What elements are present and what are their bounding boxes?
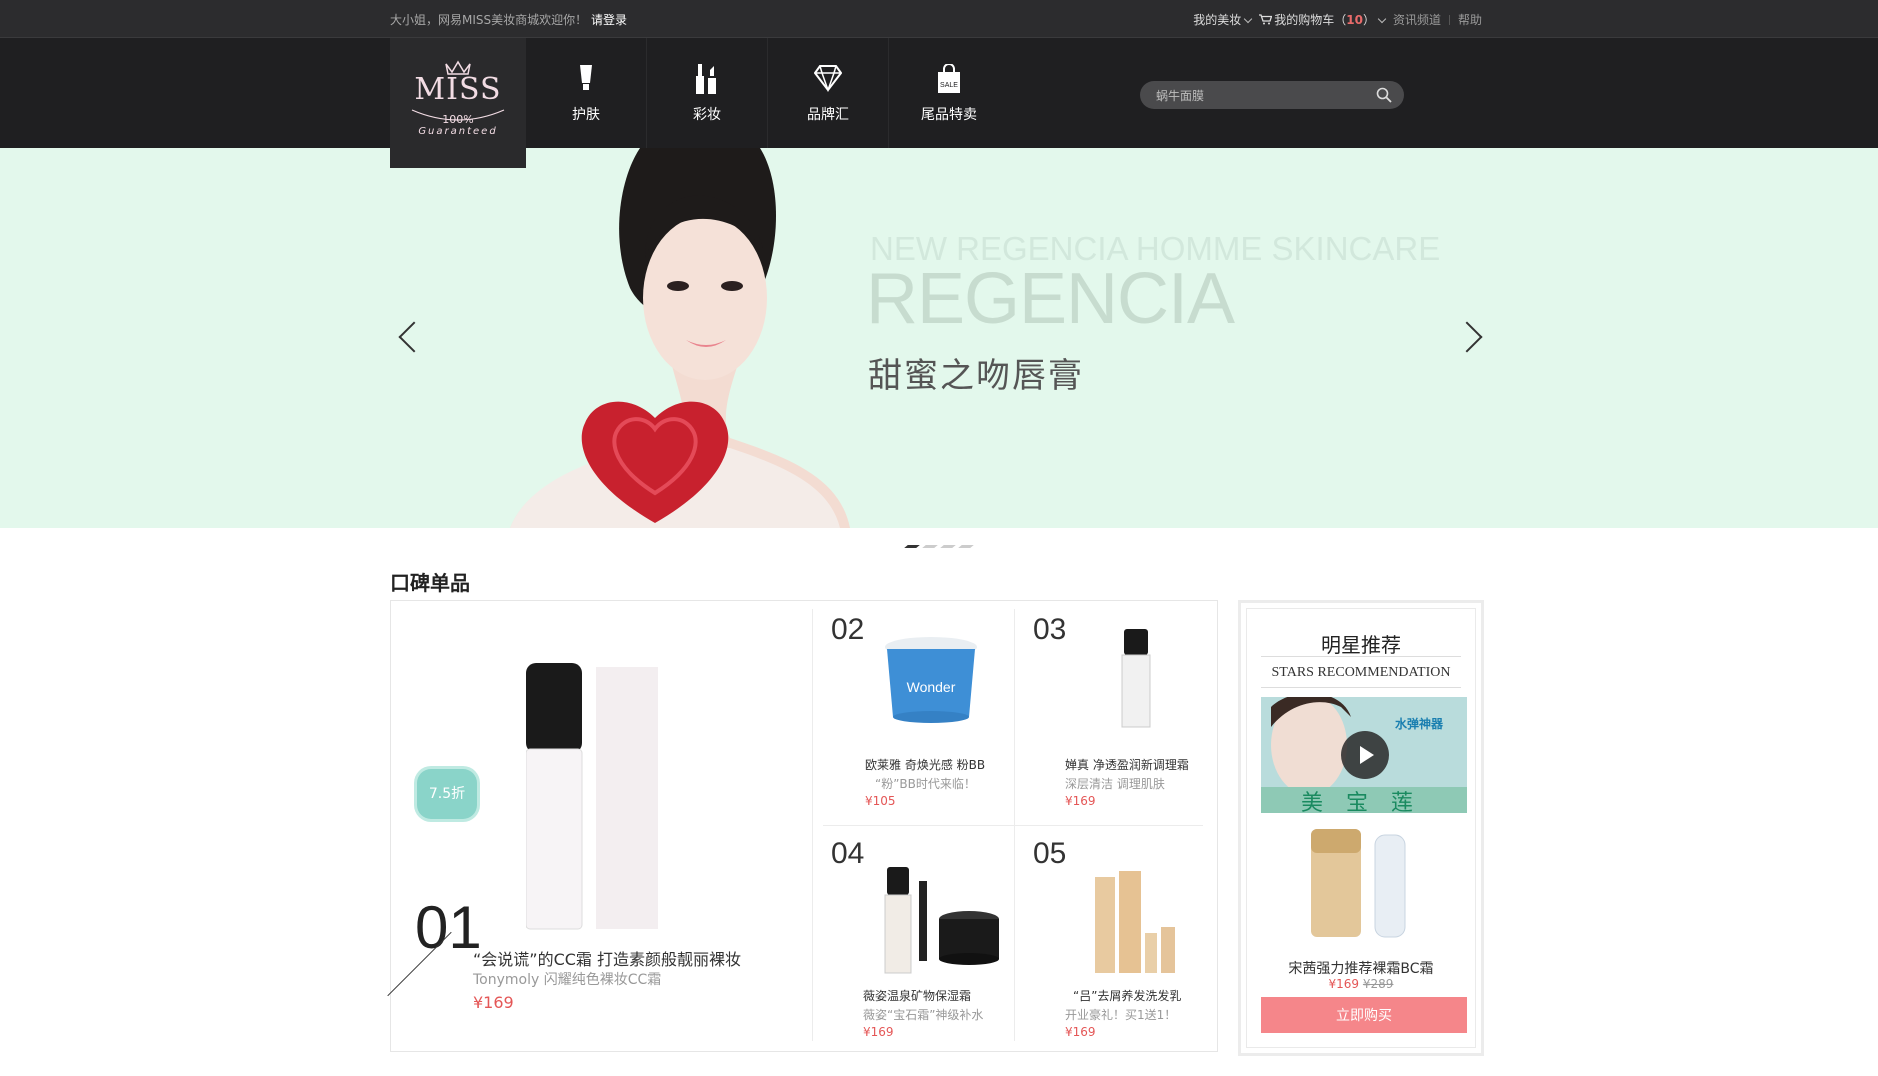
product-number: 01: [415, 894, 482, 961]
section-title: 口碑单品: [390, 571, 470, 595]
nav-label: 品牌汇: [807, 107, 849, 123]
video-brand: 美 宝 莲: [1301, 791, 1421, 813]
nav-item-brands[interactable]: 品牌汇: [768, 38, 889, 148]
logo-text: MISS: [414, 72, 502, 107]
chevron-down-icon: [1243, 14, 1253, 24]
login-link[interactable]: 请登录: [591, 11, 627, 28]
divider: [823, 825, 1203, 826]
svg-text:SALE: SALE: [940, 82, 958, 89]
divider: [812, 609, 813, 1041]
svg-text:Wonder: Wonder: [907, 679, 956, 695]
product-name: 欧莱雅 奇焕光感 粉BB: [865, 758, 986, 772]
play-icon[interactable]: [1341, 731, 1389, 779]
product-price: ¥169: [473, 993, 514, 1012]
my-beauty-menu[interactable]: 我的美妆: [1193, 11, 1253, 28]
top-bar: 大小姐，网易MISS美妆商城欢迎你！ 请登录 我的美妆 我的购物车（10） 资讯…: [0, 0, 1878, 38]
product-desc: 深层清洁 调理肌肤: [1065, 777, 1165, 791]
price-old: ¥289: [1362, 977, 1394, 991]
products-panel: 7.5折 01 “会说谎”的CC霜 打造素颜般靓丽裸妆 Tonymoly 闪耀纯…: [387, 600, 1218, 1052]
bc-cream-image: [1311, 829, 1406, 938]
top-right-links: 我的美妆 我的购物车（10） 资讯频道 帮助: [1193, 11, 1482, 28]
welcome-text: 大小姐，网易MISS美妆商城欢迎你！: [390, 13, 588, 27]
model-image: [510, 148, 850, 528]
product-number: 02: [831, 613, 865, 646]
product-name: 婵真 净透盈润新调理霜: [1065, 758, 1189, 772]
divider: [1261, 687, 1461, 688]
carousel-dot[interactable]: [922, 545, 938, 548]
product-desc: Tonymoly 闪耀纯色裸妆CC霜: [473, 972, 662, 988]
product-price: ¥169: [863, 1025, 894, 1039]
cart-count: 10: [1346, 13, 1363, 27]
star-product-name: 宋茜强力推荐裸霜BC霜: [1288, 961, 1434, 977]
help-link[interactable]: 帮助: [1458, 11, 1482, 28]
banner-title: REGENCIA: [866, 259, 1235, 339]
video-thumbnail[interactable]: 水弹神器 美 宝 莲: [1261, 697, 1467, 813]
diamond-icon: [814, 65, 842, 92]
carousel-dot[interactable]: [958, 545, 974, 548]
carousel-dot[interactable]: [940, 545, 956, 548]
star-product-price: ¥169 ¥289: [1247, 977, 1475, 991]
price-current: ¥169: [1328, 977, 1360, 991]
chevron-left-icon[interactable]: [398, 321, 430, 353]
divider: [1261, 656, 1461, 657]
cart-menu[interactable]: 我的购物车（10）: [1259, 11, 1387, 28]
chevron-down-icon: [1377, 14, 1387, 24]
stars-recommendation: 明星推荐 STARS RECOMMENDATION 水弹神器 美 宝 莲 宋茜强…: [1238, 600, 1484, 1056]
product-number: 05: [1033, 837, 1067, 870]
moisturizer-set-image: [884, 867, 999, 974]
product-number: 04: [831, 837, 865, 870]
cart-close: ）: [1362, 13, 1375, 27]
stars-inner: 明星推荐 STARS RECOMMENDATION 水弹神器 美 宝 莲 宋茜强…: [1246, 608, 1476, 1048]
cc-cream-image: [526, 663, 658, 930]
divider: [1448, 14, 1450, 25]
skincare-tube-icon: [580, 65, 592, 90]
product-desc: 薇姿“宝石霜”神级补水: [863, 1008, 984, 1022]
search-icon[interactable]: [1376, 87, 1392, 103]
miss-logo[interactable]: MISS 100% Guaranteed: [390, 38, 526, 168]
buy-now-button[interactable]: 立即购买: [1261, 997, 1467, 1033]
cart-label: 我的购物车（: [1274, 13, 1347, 27]
logo-percent: 100%: [442, 113, 474, 126]
product-price: ¥105: [865, 794, 896, 808]
hair-care-set-image: [1095, 871, 1175, 973]
hero-banner[interactable]: NEW REGENCIA HOMME SKINCARE REGENCIA 甜蜜之…: [0, 148, 1878, 528]
product-number: 03: [1033, 613, 1067, 646]
search-input[interactable]: [1154, 81, 1368, 111]
product-price: ¥169: [1065, 794, 1096, 808]
bb-jar-image: Wonder: [885, 637, 977, 723]
banner-caption: 甜蜜之吻唇膏: [868, 356, 1084, 396]
news-link[interactable]: 资讯频道: [1393, 11, 1441, 28]
carousel-dot[interactable]: [904, 545, 920, 548]
makeup-lipstick-icon: [696, 64, 716, 94]
search-box: [1140, 81, 1404, 111]
nav-label: 尾品特卖: [921, 107, 977, 123]
sale-bag-icon: SALE: [938, 64, 960, 93]
video-caption: 水弹神器: [1395, 717, 1444, 731]
product-name: “会说谎”的CC霜 打造素颜般靓丽裸妆: [473, 950, 742, 969]
product-desc: 开业豪礼！买1送1！: [1065, 1008, 1177, 1022]
product-name: “吕”去屑养发洗发乳: [1073, 989, 1182, 1003]
nav-item-sale[interactable]: SALE 尾品特卖: [889, 38, 1009, 148]
carousel-indicators: [904, 545, 974, 548]
discount-badge: 7.5折: [417, 769, 477, 819]
stars-title: 明星推荐: [1321, 633, 1401, 657]
lotion-bottle-image: [1121, 629, 1151, 728]
stars-subtitle: STARS RECOMMENDATION: [1271, 665, 1451, 680]
my-beauty-label: 我的美妆: [1193, 13, 1242, 27]
product-desc: “粉”BB时代来临！: [875, 777, 976, 791]
nav-label: 彩妆: [693, 107, 721, 123]
product-name: 薇姿温泉矿物保湿霜: [863, 989, 972, 1003]
cart-icon: [1259, 14, 1273, 25]
nav-label: 护肤: [572, 107, 600, 123]
logo-guaranteed: Guaranteed: [418, 126, 498, 137]
product-price: ¥169: [1065, 1025, 1096, 1039]
chevron-right-icon[interactable]: [1451, 321, 1483, 353]
nav-item-makeup[interactable]: 彩妆: [647, 38, 768, 148]
nav-item-skincare[interactable]: 护肤: [526, 38, 647, 148]
